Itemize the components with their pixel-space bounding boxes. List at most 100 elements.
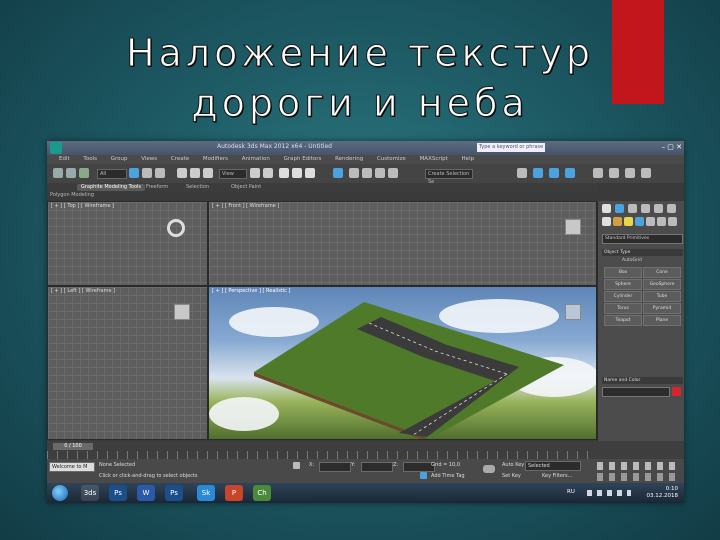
snap-icon[interactable]	[279, 168, 289, 178]
hierarchy-tab-icon[interactable]	[628, 204, 637, 213]
region-select-icon[interactable]	[155, 168, 165, 178]
helpers-icon[interactable]	[646, 217, 655, 226]
modify-tab-icon[interactable]	[615, 204, 624, 213]
object-name-field[interactable]	[602, 387, 670, 397]
systems-icon[interactable]	[668, 217, 677, 226]
taskbar-app-word[interactable]: W	[137, 485, 155, 501]
viewcube-perspective-icon[interactable]	[565, 304, 581, 320]
cameras-icon[interactable]	[635, 217, 644, 226]
app-logo-icon[interactable]	[50, 142, 62, 154]
geometry-icon[interactable]	[602, 217, 611, 226]
space-warps-icon[interactable]	[657, 217, 666, 226]
viewport-front-label[interactable]: [ + ] [ Front ] [ Wireframe ]	[212, 203, 279, 209]
schematic-view-icon[interactable]	[517, 168, 527, 178]
shapes-icon[interactable]	[613, 217, 622, 226]
undo-icon[interactable]	[53, 168, 63, 178]
viewport-front[interactable]: [ + ] [ Front ] [ Wireframe ]	[208, 201, 597, 286]
y-coord-field[interactable]	[361, 462, 393, 472]
create-tab-icon[interactable]	[602, 204, 611, 213]
x-coord-field[interactable]	[319, 462, 351, 472]
pyramid-button[interactable]: Pyramid	[643, 303, 681, 314]
move-icon[interactable]	[177, 168, 187, 178]
key-mode-dropdown[interactable]: Selected	[525, 461, 581, 471]
select-by-name-icon[interactable]	[142, 168, 152, 178]
teapot-render-icon[interactable]	[641, 168, 651, 178]
time-slider[interactable]: 0 / 100	[53, 443, 93, 450]
utilities-tab-icon[interactable]	[667, 204, 676, 213]
object-color-swatch[interactable]	[672, 387, 681, 396]
tube-button[interactable]: Tube	[643, 291, 681, 302]
rotate-icon[interactable]	[190, 168, 200, 178]
geosphere-button[interactable]: GeoSphere	[643, 279, 681, 290]
pivot-icon[interactable]	[250, 168, 260, 178]
box-button[interactable]: Box	[604, 267, 642, 278]
auto-key-button[interactable]: Auto Key	[502, 462, 524, 468]
menu-item-customize[interactable]: Customize	[377, 155, 406, 164]
cylinder-button[interactable]: Cylinder	[604, 291, 642, 302]
menu-item-graph-editors[interactable]: Graph Editors	[284, 155, 322, 164]
link-icon[interactable]	[79, 168, 89, 178]
tab-freeform[interactable]: Freeform	[142, 184, 172, 191]
select-icon[interactable]	[129, 168, 139, 178]
torus-button[interactable]: Torus	[604, 303, 642, 314]
layer-icon[interactable]	[375, 168, 385, 178]
plane-button[interactable]: Plane	[643, 315, 681, 326]
material-editor-icon[interactable]	[533, 168, 543, 178]
viewport-top-label[interactable]: [ + ] [ Top ] [ Wireframe ]	[51, 203, 114, 209]
taskbar-clock[interactable]: 0:10 03.12.2018	[647, 486, 679, 500]
rendered-frame-icon[interactable]	[565, 168, 575, 178]
set-key-button[interactable]: Set Key	[502, 473, 521, 479]
viewcube-left-icon[interactable]	[174, 304, 190, 320]
viewport-left[interactable]: [ + ] [ Left ] [ Wireframe ]	[47, 286, 208, 440]
display-tab-icon[interactable]	[654, 204, 663, 213]
maxscript-listener-field[interactable]: Welcome to M	[49, 462, 95, 472]
scale-icon[interactable]	[203, 168, 213, 178]
key-icon[interactable]	[483, 465, 495, 473]
selection-set-dropdown[interactable]: Create Selection Se	[425, 169, 473, 185]
menu-item-tools[interactable]: Tools	[83, 155, 97, 164]
steering-wheel-icon[interactable]	[167, 219, 185, 237]
taskbar-app-3dsmax[interactable]: 3ds	[81, 485, 99, 501]
angle-snap-icon[interactable]	[292, 168, 302, 178]
lights-icon[interactable]	[624, 217, 633, 226]
object-type-rollout[interactable]: Object Type	[602, 249, 683, 256]
tab-graphite-modeling-tools[interactable]: Graphite Modeling Tools	[77, 184, 146, 191]
menu-item-modifiers[interactable]: Modifiers	[203, 155, 228, 164]
percent-snap-icon[interactable]	[305, 168, 315, 178]
named-selection-icon[interactable]	[333, 168, 343, 178]
time-tag-icon[interactable]	[420, 472, 427, 479]
tab-selection[interactable]: Selection	[182, 184, 213, 191]
menu-item-views[interactable]: Views	[141, 155, 157, 164]
search-input[interactable]: Type a keyword or phrase	[477, 143, 545, 152]
menu-item-maxscript[interactable]: MAXScript	[420, 155, 448, 164]
key-filters-button[interactable]: Key Filters...	[542, 473, 572, 479]
name-and-color-rollout[interactable]: Name and Color	[602, 377, 683, 384]
add-time-tag-button[interactable]: Add Time Tag	[431, 473, 465, 479]
playback-controls[interactable]	[597, 462, 681, 470]
tray-icons[interactable]	[587, 490, 631, 496]
viewport-top[interactable]: [ + ] [ Top ] [ Wireframe ]	[47, 201, 208, 286]
viewport-perspective[interactable]: [ + ] [ Perspective ] [ Realistic ]	[208, 286, 597, 440]
taskbar-app-chrome[interactable]: Ch	[253, 485, 271, 501]
mirror-icon[interactable]	[349, 168, 359, 178]
selection-filter-dropdown[interactable]: All	[97, 169, 127, 179]
menu-item-edit[interactable]: Edit	[59, 155, 70, 164]
reference-coord-dropdown[interactable]: View	[219, 169, 247, 179]
taskbar-app-skype[interactable]: Sk	[197, 485, 215, 501]
select-manipulate-icon[interactable]	[263, 168, 273, 178]
menu-item-rendering[interactable]: Rendering	[335, 155, 363, 164]
menu-item-animation[interactable]: Animation	[242, 155, 270, 164]
start-button[interactable]	[52, 485, 68, 501]
menu-item-create[interactable]: Create	[171, 155, 189, 164]
teapot-button[interactable]: Teapot	[604, 315, 642, 326]
render-iterative-icon[interactable]	[609, 168, 619, 178]
render-setup-icon[interactable]	[549, 168, 559, 178]
redo-icon[interactable]	[66, 168, 76, 178]
motion-tab-icon[interactable]	[641, 204, 650, 213]
taskbar-app-photoshop[interactable]: Ps	[109, 485, 127, 501]
track-bar[interactable]	[47, 451, 597, 459]
menu-item-help[interactable]: Help	[462, 155, 475, 164]
sphere-button[interactable]: Sphere	[604, 279, 642, 290]
tab-object-paint[interactable]: Object Paint	[227, 184, 265, 191]
activeshade-icon[interactable]	[625, 168, 635, 178]
